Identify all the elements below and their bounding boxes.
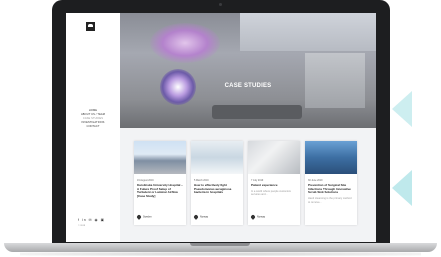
nav-item-contact[interactable]: CONTACT xyxy=(66,125,120,129)
card-location: Norway xyxy=(193,214,209,220)
case-study-card[interactable]: 7 July 2019 Patient experience In a worl… xyxy=(248,141,300,225)
operating-table-image xyxy=(212,105,302,119)
card-excerpt: In a world where people customize servic… xyxy=(251,189,291,197)
card-image xyxy=(134,141,186,174)
card-image xyxy=(248,141,300,174)
chevron-left-icon xyxy=(392,91,412,127)
card-location-label: Norway xyxy=(257,215,266,219)
card-image xyxy=(305,141,357,174)
laptop-base xyxy=(4,243,437,252)
laptop-notch xyxy=(190,243,250,246)
surgical-lamp-image xyxy=(150,23,220,63)
webcam-icon xyxy=(219,3,222,6)
card-title[interactable]: Patient experience xyxy=(251,183,297,188)
card-title[interactable]: How to effectively fight Pseudomonas aer… xyxy=(194,183,240,195)
card-date: 5 March 2019 xyxy=(194,179,209,182)
card-location: Sweden xyxy=(136,214,152,220)
case-study-card[interactable]: 30 June 2019 Prevention of Surgical Site… xyxy=(305,141,357,225)
card-location-label: Sweden xyxy=(143,215,152,219)
card-title[interactable]: Karolinska University Hospital – A Futur… xyxy=(137,183,183,199)
card-date: 19 August 2019 xyxy=(137,179,154,182)
site-sidebar: HOME ABOUT US / TEAM CASE STUDIES INVEST… xyxy=(66,13,120,242)
chevron-left-icon xyxy=(392,170,412,206)
page-title: CASE STUDIES xyxy=(224,83,272,89)
card-image xyxy=(191,141,243,174)
copyright-text: © 2019 xyxy=(78,225,86,227)
card-excerpt: Hand cleansing is the primary method to … xyxy=(308,197,352,204)
hero-wall xyxy=(305,53,365,108)
location-pin-icon xyxy=(136,214,142,220)
case-study-list: 19 August 2019 Karolinska University Hos… xyxy=(120,128,376,242)
location-pin-icon xyxy=(250,214,256,220)
card-title[interactable]: Prevention of Surgical Site Infections T… xyxy=(308,183,354,195)
location-pin-icon xyxy=(193,214,199,220)
laptop-screen: HOME ABOUT US / TEAM CASE STUDIES INVEST… xyxy=(66,13,376,242)
case-study-card[interactable]: 19 August 2019 Karolinska University Hos… xyxy=(134,141,186,225)
social-icons[interactable]: f in ✉ ◉ ▣ xyxy=(78,218,105,222)
sidebar-nav: HOME ABOUT US / TEAM CASE STUDIES INVEST… xyxy=(66,109,120,129)
hero-ceiling xyxy=(240,13,376,51)
hero-banner: CASE STUDIES xyxy=(120,13,376,128)
card-location-label: Norway xyxy=(200,215,209,219)
card-location: Norway xyxy=(250,214,266,220)
card-date: 7 July 2019 xyxy=(251,179,264,182)
laptop-shadow xyxy=(20,252,421,256)
card-date: 30 June 2019 xyxy=(308,179,323,182)
site-logo-icon[interactable] xyxy=(86,22,95,31)
case-study-card[interactable]: 5 March 2019 How to effectively fight Ps… xyxy=(191,141,243,225)
